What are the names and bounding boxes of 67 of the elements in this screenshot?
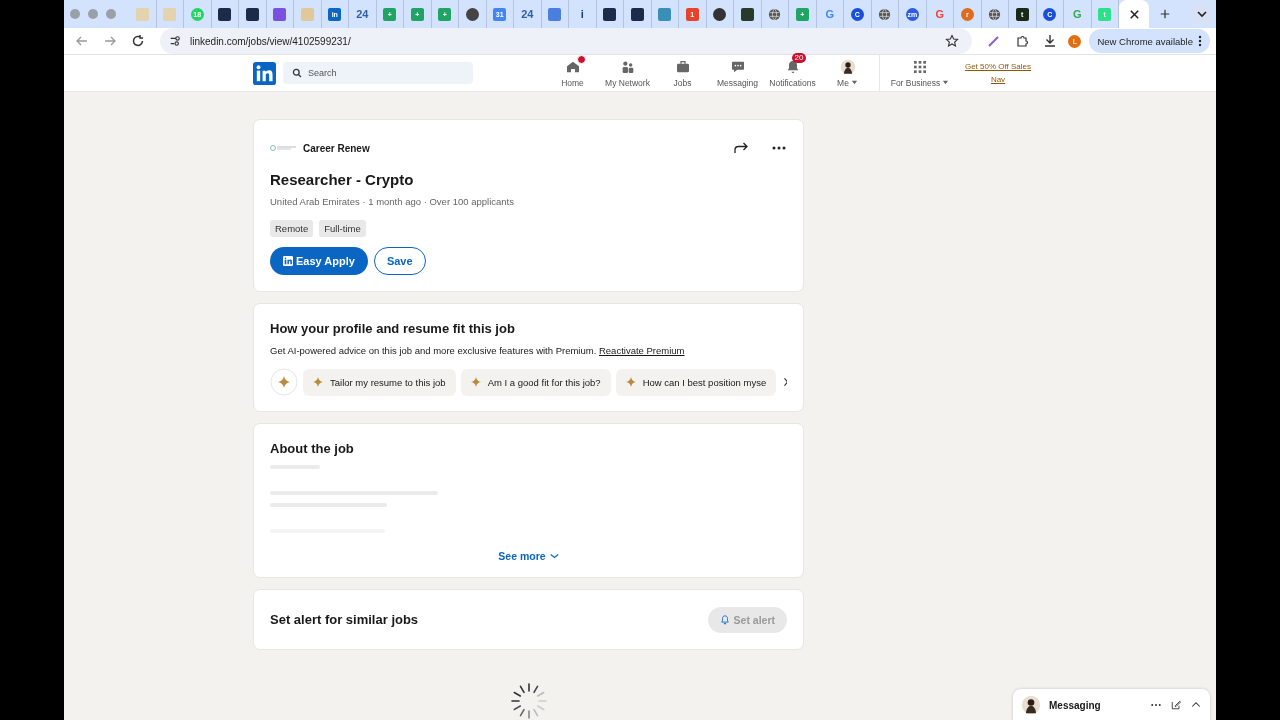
nav-item[interactable]: Home: [545, 51, 600, 88]
extensions-icon[interactable]: [1015, 34, 1030, 48]
messaging-bar[interactable]: Messaging: [1013, 689, 1210, 720]
nav-item[interactable]: Messaging: [710, 51, 765, 88]
section-heading: Set alert for similar jobs: [270, 612, 419, 627]
spark-icon: [625, 377, 636, 387]
new-tab-icon[interactable]: [1159, 8, 1171, 20]
address-bar[interactable]: linkedin.com/jobs/view/4102599231/: [160, 28, 973, 54]
linkedin-logo-icon: [283, 256, 293, 266]
spark-icon: [313, 377, 323, 387]
tab-favicon-icon: G: [1070, 7, 1084, 21]
ai-prompt-chip[interactable]: How can I best position myse: [615, 368, 777, 396]
forward-icon[interactable]: [103, 34, 117, 48]
caret-icon: [850, 79, 858, 86]
nav-item[interactable]: Me: [820, 51, 875, 88]
reload-icon[interactable]: [131, 34, 145, 48]
profile-avatar[interactable]: L: [1068, 34, 1082, 48]
save-button[interactable]: Save: [373, 247, 426, 275]
update-button[interactable]: New Chrome available: [1089, 29, 1210, 53]
see-more-button[interactable]: See more: [492, 549, 565, 563]
nav-item[interactable]: 20 Notifications: [765, 51, 820, 88]
linkedin-logo-icon[interactable]: [253, 61, 276, 85]
job-tag: Remote: [270, 220, 314, 237]
nav-item[interactable]: Jobs: [655, 51, 710, 88]
compose-icon[interactable]: [1170, 699, 1182, 711]
search-icon: [292, 68, 302, 78]
tab-favicon-icon: 24: [355, 7, 369, 21]
company-name[interactable]: Career Renew: [303, 142, 370, 154]
ai-prompt-chip[interactable]: Am I a good fit for this job?: [460, 368, 611, 396]
close-icon[interactable]: [1127, 7, 1141, 21]
back-icon[interactable]: [75, 34, 89, 48]
easy-apply-button[interactable]: Easy Apply: [270, 247, 368, 275]
share-icon[interactable]: [733, 140, 749, 156]
section-heading: About the job: [270, 441, 355, 456]
tab-favicon-icon: 24: [520, 7, 534, 21]
avatar-icon: [839, 58, 856, 75]
notification-count: 20: [791, 52, 807, 64]
section-heading: How your profile and resume fit this job: [270, 321, 516, 336]
tab-favicon-icon: G: [823, 7, 837, 21]
more-icon: [1198, 35, 1202, 47]
job-meta: United Arab Emirates · 1 month ago · Over 100 applicants: [270, 196, 515, 207]
chevron-down-icon: [549, 553, 559, 559]
job-title: Researcher - Crypto: [270, 171, 415, 188]
pen-icon[interactable]: [987, 34, 1002, 48]
avatar-icon: [1021, 695, 1041, 715]
tab-favicon-icon: G: [933, 7, 947, 21]
ai-prompt-chip[interactable]: Tailor my resume to this job: [303, 368, 456, 396]
download-icon[interactable]: [1043, 34, 1058, 48]
job-tag: Full-time: [319, 220, 366, 237]
tab-list-button[interactable]: [1192, 4, 1212, 24]
grid-icon: [912, 58, 928, 75]
loading-spinner-icon: [509, 681, 549, 720]
spark-button[interactable]: [270, 368, 298, 396]
nav-item[interactable]: My Network: [600, 51, 655, 88]
search-field[interactable]: Search: [283, 62, 473, 84]
reactivate-premium-link[interactable]: Reactivate Premium: [598, 345, 685, 356]
for-business-menu[interactable]: For Business: [888, 51, 952, 88]
briefcase-icon: [674, 58, 691, 75]
premium-description: Get AI-powered advice on this job and more exclusive features with Premium. Reactivate Premium: [270, 345, 686, 356]
spark-icon: [470, 377, 481, 387]
company-logo-icon: [270, 144, 298, 152]
bell-icon: [719, 614, 730, 625]
bookmark-star-icon[interactable]: [945, 34, 960, 48]
tab-favicon-icon: i: [575, 7, 589, 21]
caret-icon: [942, 79, 950, 86]
sales-nav-promo-link[interactable]: Get 50% Off Sales Nav: [958, 60, 1038, 86]
site-settings-icon[interactable]: [169, 35, 181, 47]
